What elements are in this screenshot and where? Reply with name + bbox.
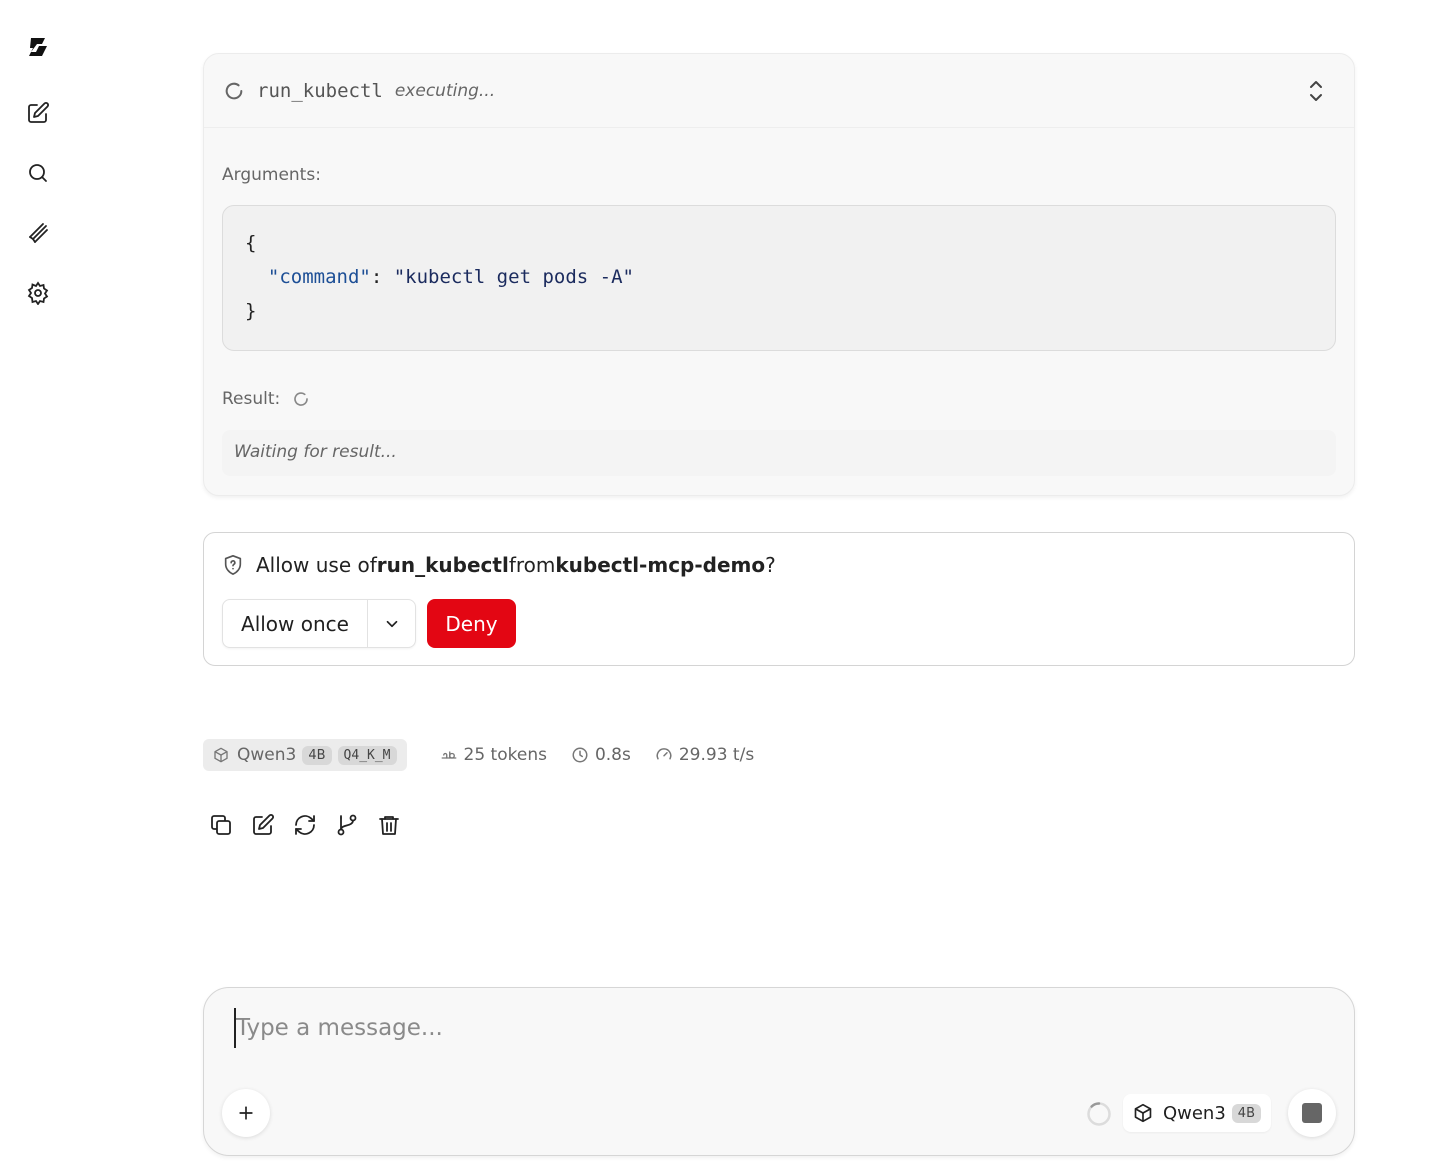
result-label-row: Result: (222, 389, 310, 409)
quant-badge: Q4_K_M (337, 745, 397, 765)
speed-text: 29.93 t/s (678, 745, 755, 765)
paperclip-icon[interactable] (24, 219, 52, 247)
logo-icon[interactable] (24, 33, 52, 61)
search-icon[interactable] (24, 159, 52, 187)
code-close-brace: } (245, 300, 257, 322)
arguments-label: Arguments: (222, 165, 321, 185)
deny-button[interactable]: Deny (427, 599, 516, 648)
expand-toggle-icon[interactable] (1304, 78, 1328, 104)
clock-icon (572, 747, 588, 763)
selected-model-name: Qwen3 (1162, 1102, 1226, 1124)
model-chip: Qwen3 4B Q4_K_M (203, 739, 407, 771)
token-count: 25 tokens (440, 745, 547, 765)
arguments-code: { "command": "kubectl get pods -A" } (222, 205, 1336, 351)
cube-icon (214, 747, 228, 763)
stop-icon (1302, 1103, 1322, 1123)
permission-tool: run_kubectl (376, 553, 509, 577)
permission-server: kubectl-mcp-demo (555, 553, 766, 577)
permission-card: Allow use of run_kubectl from kubectl-mc… (203, 532, 1355, 666)
result-placeholder: Waiting for result... (222, 430, 1336, 476)
allow-once-button[interactable]: Allow once (223, 600, 368, 647)
model-selector[interactable]: Qwen3 4B (1123, 1094, 1271, 1132)
regenerate-icon[interactable] (293, 812, 317, 838)
time-text: 0.8s (594, 745, 631, 765)
copy-icon[interactable] (209, 812, 233, 838)
tool-status: executing... (394, 80, 496, 101)
result-label: Result: (222, 389, 281, 409)
tool-call-header[interactable]: run_kubectl executing... (204, 54, 1354, 128)
gauge-icon (656, 748, 672, 760)
selected-model-badge: 4B (1231, 1103, 1261, 1123)
edit-icon[interactable] (251, 812, 275, 838)
spinner-icon (225, 82, 243, 99)
result-spinner-icon (294, 392, 309, 406)
elapsed-time: 0.8s (571, 745, 631, 765)
permission-suffix: ? (765, 553, 776, 577)
permission-prefix: Allow use of (256, 553, 377, 577)
generation-speed: 29.93 t/s (655, 745, 754, 765)
message-input[interactable] (234, 1008, 1324, 1048)
permission-prompt: Allow use of run_kubectl from kubectl-mc… (222, 553, 776, 577)
cube-icon (1134, 1103, 1152, 1123)
add-attachment-button[interactable] (222, 1089, 270, 1137)
new-chat-icon[interactable] (24, 99, 52, 127)
settings-icon[interactable] (24, 279, 52, 307)
loading-ring-icon (1087, 1102, 1111, 1126)
model-size-badge: 4B (302, 745, 332, 765)
tokens-text: 25 tokens (463, 745, 547, 765)
code-open-brace: { (245, 232, 257, 254)
tokens-icon (441, 751, 456, 759)
shield-question-icon (224, 555, 242, 575)
tool-name: run_kubectl (257, 79, 383, 102)
plus-icon (239, 1106, 253, 1120)
branch-icon[interactable] (335, 812, 359, 838)
message-stats: Qwen3 4B Q4_K_M 25 tokens 0.8s 29.93 t/s (203, 739, 778, 771)
chevron-down-icon (386, 620, 397, 627)
permission-middle: from (508, 553, 556, 577)
model-name: Qwen3 (237, 745, 297, 765)
message-actions (209, 812, 419, 838)
tool-call-card: run_kubectl executing... Arguments: { "c… (203, 53, 1355, 496)
code-command-line: "command": "kubectl get pods -A" (245, 260, 1335, 294)
allow-button-group: Allow once (222, 599, 416, 648)
json-sep: : (370, 266, 394, 288)
delete-icon[interactable] (377, 812, 401, 838)
sidebar (0, 0, 76, 1168)
message-composer: Qwen3 4B (203, 987, 1355, 1156)
stop-generation-button[interactable] (1288, 1089, 1336, 1137)
json-key: "command" (267, 266, 371, 288)
json-value: "kubectl get pods -A" (393, 266, 634, 288)
allow-options-dropdown[interactable] (368, 600, 415, 647)
